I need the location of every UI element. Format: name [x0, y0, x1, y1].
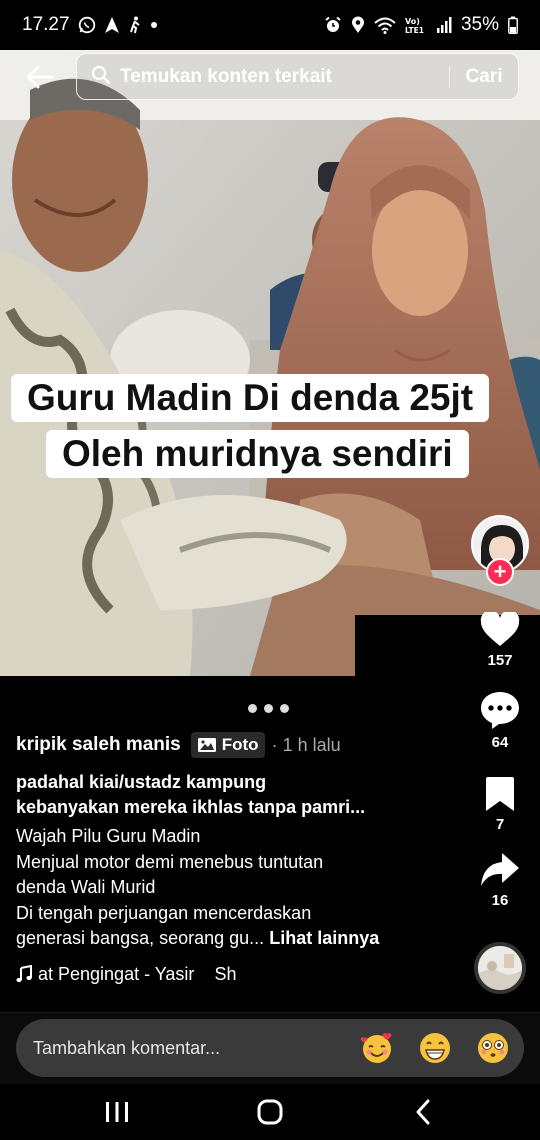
share-button[interactable]: 16 — [470, 852, 530, 909]
description-line: Wajah Pilu Guru Madin — [16, 826, 201, 846]
post-title: padahal kiai/ustadz kampung kebanyakan m… — [16, 770, 456, 820]
heart-icon — [480, 612, 520, 646]
save-count: 7 — [495, 816, 505, 833]
bookmark-icon — [486, 777, 514, 811]
video-caption-line-2: Oleh muridnya sendiri — [46, 430, 469, 478]
music-disc[interactable] — [474, 942, 526, 994]
svg-text:Vo): Vo) — [405, 17, 420, 26]
comment-count: 64 — [491, 734, 509, 751]
carousel-dot — [248, 704, 257, 713]
comment-bar: Tambahkan komentar... — [0, 1012, 540, 1084]
volte-icon: Vo) LTE1 — [405, 16, 427, 34]
system-nav-bar — [0, 1084, 540, 1140]
status-bar: 17.27 Vo) LTE1 35% — [0, 0, 540, 50]
post-title-line: kebanyakan mereka ikhlas tanpa pamri... — [16, 797, 366, 817]
top-bar: Temukan konten terkait Cari — [0, 50, 540, 108]
home-icon — [257, 1099, 283, 1125]
recent-apps-button[interactable] — [77, 1090, 157, 1134]
share-arrow-icon — [481, 853, 519, 886]
music-title: at Pengingat - Yasir — [38, 963, 195, 984]
back-nav-button[interactable] — [383, 1090, 463, 1134]
grinning-emoji-icon[interactable] — [418, 1031, 452, 1065]
image-icon — [197, 738, 216, 752]
back-arrow-icon — [26, 65, 54, 89]
smiling-hearts-emoji-icon[interactable] — [360, 1031, 394, 1065]
like-button[interactable]: 157 — [470, 612, 530, 669]
video-caption-line-1: Guru Madin Di denda 25jt — [11, 374, 490, 422]
battery-percent: 35% — [460, 14, 499, 35]
save-button[interactable]: 7 — [470, 776, 530, 833]
share-count: 16 — [491, 892, 509, 909]
search-bar[interactable]: Temukan konten terkait Cari — [76, 53, 519, 100]
comment-icon — [481, 692, 519, 729]
home-button[interactable] — [230, 1090, 310, 1134]
search-button[interactable]: Cari — [450, 66, 518, 88]
chevron-left-icon — [416, 1099, 430, 1125]
search-input[interactable]: Temukan konten terkait — [120, 66, 449, 88]
status-time: 17.27 — [22, 14, 70, 35]
like-count: 157 — [487, 652, 513, 669]
post-title-line: padahal kiai/ustadz kampung — [16, 772, 267, 792]
navigation-icon — [104, 16, 120, 34]
signal-icon — [436, 16, 452, 34]
description-line: Menjual motor demi menebus tuntutan — [16, 851, 324, 872]
music-note-icon — [16, 965, 32, 983]
comment-placeholder: Tambahkan komentar... — [33, 1037, 221, 1058]
comment-button[interactable]: 64 — [470, 690, 530, 751]
svg-text:LTE1: LTE1 — [405, 26, 424, 34]
author-name[interactable]: kripik saleh manis — [16, 734, 181, 756]
music-title-next: Sh — [214, 963, 237, 984]
carousel-dot — [264, 704, 273, 713]
comment-input[interactable]: Tambahkan komentar... — [16, 1019, 524, 1077]
alarm-icon — [324, 16, 342, 34]
photo-badge-label: Foto — [221, 735, 259, 754]
description-line: generasi bangsa, seorang gu... Lihat lai… — [16, 926, 456, 952]
follow-button[interactable]: + — [486, 558, 514, 586]
description-line: denda Wali Murid — [16, 877, 156, 897]
dot-icon — [150, 21, 158, 29]
music-ticker[interactable]: at Pengingat - Yasir Sh — [16, 961, 256, 987]
battery-icon — [508, 16, 518, 34]
flushed-emoji-icon[interactable] — [476, 1031, 510, 1065]
post-description[interactable]: Wajah Pilu Guru Madin Menjual motor demi… — [16, 824, 456, 952]
photo-badge: Foto — [190, 732, 265, 758]
carousel-indicator — [248, 704, 289, 713]
recent-apps-icon — [105, 1102, 128, 1122]
see-more-link[interactable]: Lihat lainnya — [269, 928, 379, 948]
wifi-icon — [374, 16, 396, 34]
search-icon — [91, 65, 110, 89]
description-truncated: generasi bangsa, seorang gu... — [16, 928, 265, 948]
description-line: Di tengah perjuangan mencerdaskan — [16, 902, 312, 923]
whatsapp-icon — [78, 16, 96, 34]
post-meta: kripik saleh manis Foto · 1 h lalu — [16, 730, 341, 760]
location-icon — [351, 16, 365, 34]
post-time: · 1 h lalu — [271, 734, 341, 755]
back-button[interactable] — [22, 62, 58, 92]
walking-icon — [128, 16, 142, 34]
carousel-dot — [280, 704, 289, 713]
post-photo[interactable] — [0, 50, 540, 676]
